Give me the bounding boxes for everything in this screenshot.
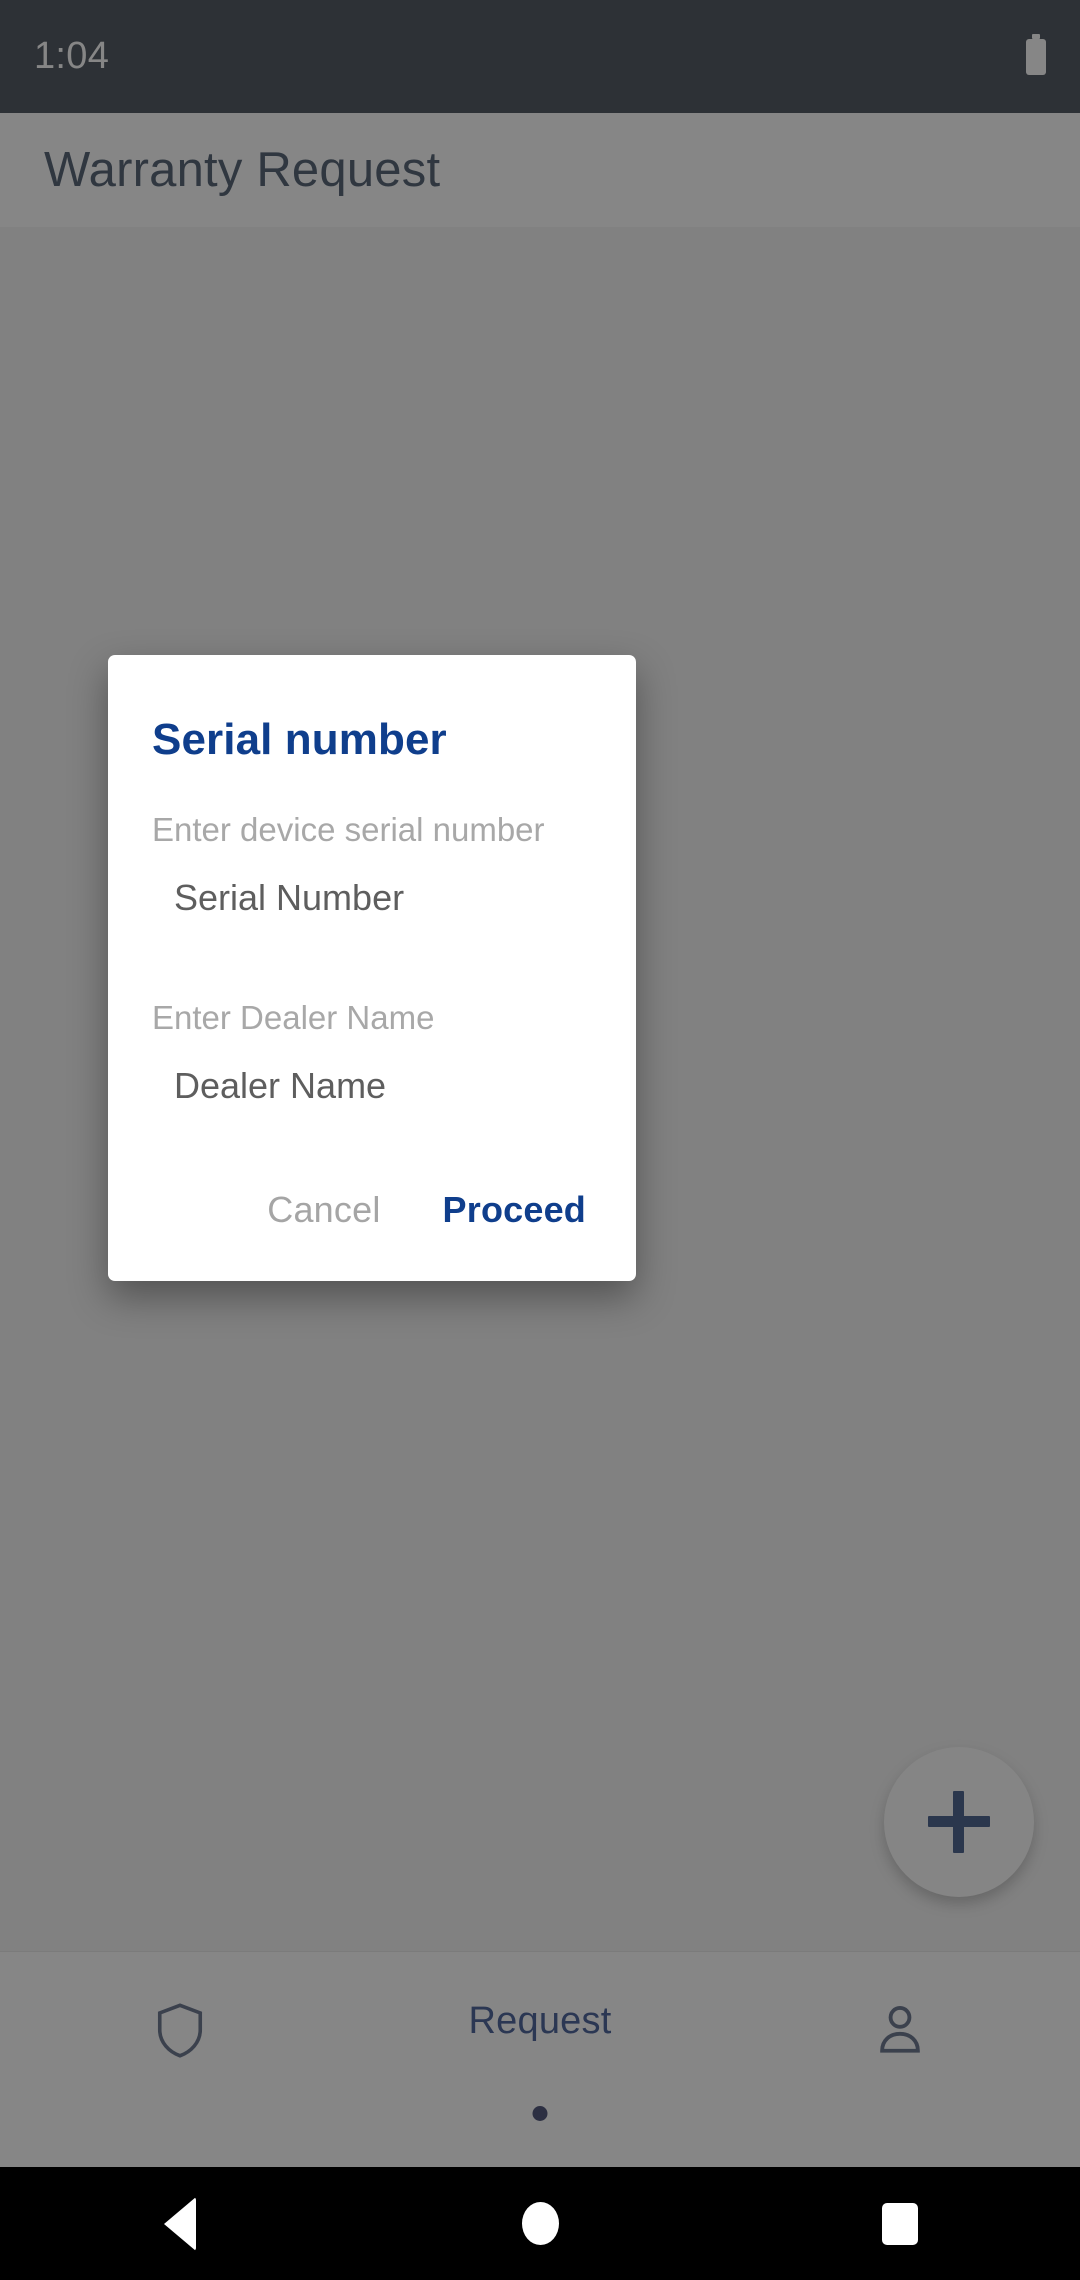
- serial-number-field-group: Enter device serial number: [108, 811, 636, 953]
- dealer-name-input[interactable]: [152, 1037, 592, 1141]
- serial-number-dialog: Serial number Enter device serial number…: [108, 655, 636, 1281]
- home-button[interactable]: [440, 2167, 640, 2280]
- dialog-title: Serial number: [152, 715, 447, 764]
- back-icon: [164, 2196, 196, 2251]
- serial-number-input[interactable]: [152, 849, 592, 953]
- back-button[interactable]: [80, 2167, 280, 2280]
- dealer-name-label: Enter Dealer Name: [152, 999, 435, 1036]
- dealer-name-field-group: Enter Dealer Name: [108, 999, 636, 1141]
- phone-screen: 1:04 Warranty Request Request: [0, 0, 1080, 2280]
- serial-number-label: Enter device serial number: [152, 811, 545, 848]
- cancel-button[interactable]: Cancel: [267, 1189, 380, 1231]
- dialog-actions: Cancel Proceed: [108, 1141, 636, 1281]
- system-navigation-bar: [0, 2167, 1080, 2280]
- home-icon: [521, 2202, 559, 2245]
- recents-icon: [882, 2202, 918, 2245]
- proceed-button[interactable]: Proceed: [443, 1189, 586, 1231]
- recents-button[interactable]: [800, 2167, 1000, 2280]
